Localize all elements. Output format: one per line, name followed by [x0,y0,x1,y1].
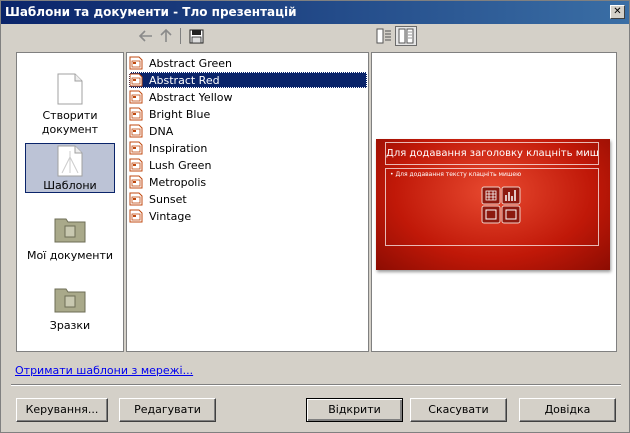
template-name: Abstract Green [149,56,232,70]
presentation-template-icon [129,56,143,70]
presentation-template-icon [129,209,143,223]
template-list-item[interactable]: Metropolis [129,174,367,190]
presentation-template-icon [129,124,143,138]
back-arrow-icon [138,30,152,42]
templates-dialog: Шаблони та документи - Тло презентацій ✕… [0,0,630,433]
template-name: Sunset [149,192,187,206]
template-list-item[interactable]: Bright Blue [129,106,367,122]
toolbar-separator [180,28,181,44]
slide-text-placeholder: • Для додавання тексту клацніть мишею [390,171,522,178]
properties-view-icon [376,28,391,44]
save-disk-icon [189,29,203,43]
slide-content-placeholder: • Для додавання тексту клацніть мишею [385,168,599,246]
back-button[interactable] [135,26,157,46]
template-list: Abstract Green Abstract Red Abstract Yello… [126,52,369,352]
template-name: Inspiration [149,141,208,155]
category-samples[interactable]: Зразки [17,285,123,333]
presentation-template-icon [129,90,143,104]
help-button[interactable]: Довідка [519,398,616,422]
document-properties-view-button[interactable] [373,26,395,46]
cancel-button[interactable]: Скасувати [410,398,507,422]
preview-view-icon [398,28,414,44]
template-list-item[interactable]: Abstract Red [129,72,367,88]
category-label: Створити [42,109,98,122]
category-my-documents[interactable]: Мої документи [17,215,123,263]
folder-icon [54,288,86,313]
category-pane: Створити документ Шаблони Мої документи … [16,52,124,352]
template-name: Abstract Red [149,73,220,87]
get-templates-link[interactable]: Отримати шаблони з мережі... [15,364,193,377]
template-name: Metropolis [149,175,207,189]
presentation-template-icon [129,141,143,155]
manage-button[interactable]: Керування... [16,398,108,422]
presentation-template-icon [129,192,143,206]
folder-icon [54,218,86,243]
preview-pane: Для додавання заголовку клацніть мишею •… [371,52,617,352]
presentation-template-icon [129,73,143,87]
new-document-icon [57,73,83,105]
templates-icon [57,145,83,177]
category-new-document[interactable]: Створити документ [17,73,123,137]
presentation-template-icon [129,175,143,189]
edit-button[interactable]: Редагувати [119,398,216,422]
template-name: DNA [149,124,174,138]
category-label: Шаблони [43,179,97,192]
template-list-item[interactable]: Inspiration [129,140,367,156]
print-button[interactable] [185,26,207,46]
presentation-template-icon [129,107,143,121]
template-list-item[interactable]: Abstract Yellow [129,89,367,105]
open-button[interactable]: Відкрити [306,398,403,422]
insert-objects-icon [481,186,521,224]
close-button[interactable]: ✕ [610,5,625,19]
close-icon: ✕ [613,6,622,17]
category-templates[interactable]: Шаблони [17,143,123,193]
up-arrow-icon [160,28,172,42]
category-label: Зразки [49,319,91,332]
template-name: Abstract Yellow [149,90,233,104]
template-list-item[interactable]: DNA [129,123,367,139]
presentation-template-icon [129,158,143,172]
up-level-button[interactable] [155,26,177,46]
separator [11,384,621,386]
template-list-item[interactable]: Abstract Green [129,55,367,71]
slide-preview: Для додавання заголовку клацніть мишею •… [376,139,610,270]
template-list-item[interactable]: Vintage [129,208,367,224]
title-bar: Шаблони та документи - Тло презентацій ✕ [1,1,629,24]
category-label: документ [41,123,99,136]
window-title: Шаблони та документи - Тло презентацій [5,5,297,19]
template-name: Vintage [149,209,192,223]
category-label: Мої документи [26,249,114,262]
slide-title-placeholder: Для додавання заголовку клацніть мишею [385,142,599,165]
template-list-item[interactable]: Sunset [129,191,367,207]
preview-view-button[interactable] [395,26,417,46]
template-name: Lush Green [149,158,212,172]
template-name: Bright Blue [149,107,211,121]
template-list-item[interactable]: Lush Green [129,157,367,173]
